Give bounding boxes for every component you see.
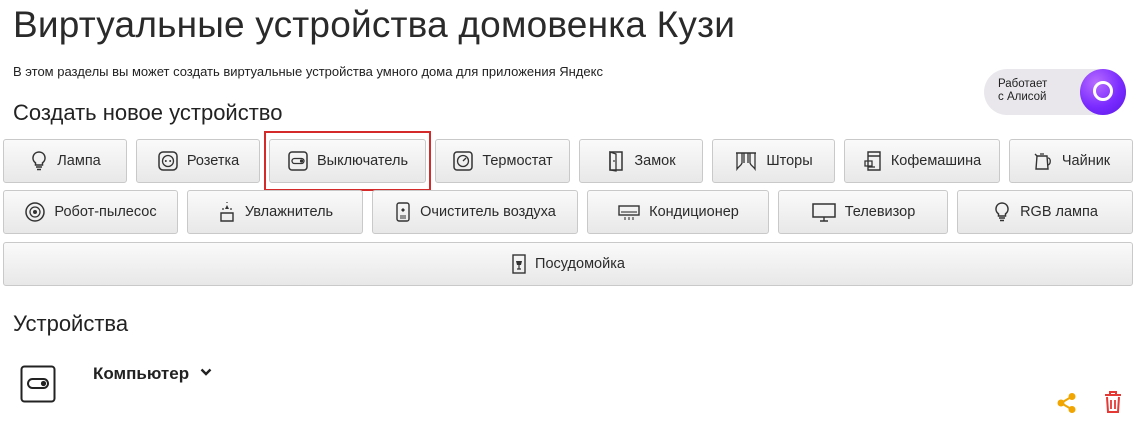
switch-icon xyxy=(288,151,308,171)
delete-icon[interactable] xyxy=(1103,390,1123,414)
create-curtains-label: Шторы xyxy=(766,153,813,169)
create-air-conditioner-label: Кондиционер xyxy=(649,204,739,220)
create-tv-label: Телевизор xyxy=(844,204,916,220)
robot-vacuum-icon xyxy=(25,202,46,222)
device-name-computer[interactable]: Компьютер xyxy=(93,364,212,384)
create-robot-vacuum-button[interactable]: Робот-пылесос xyxy=(3,190,178,234)
thermostat-icon xyxy=(453,151,474,171)
devices-heading: Устройства xyxy=(13,311,129,336)
page-title: Виртуальные устройства домовенка Кузи xyxy=(13,4,736,45)
create-rgb-lamp-button[interactable]: RGB лампа xyxy=(957,190,1133,234)
create-tv-button[interactable]: Телевизор xyxy=(778,190,948,234)
share-icon[interactable] xyxy=(1056,392,1078,414)
create-socket-label: Розетка xyxy=(186,153,240,169)
air-conditioner-icon xyxy=(618,205,640,220)
switch-icon xyxy=(20,365,56,403)
create-curtains-button[interactable]: Шторы xyxy=(712,139,835,183)
create-dishwasher-label: Посудомойка xyxy=(535,256,625,272)
chevron-down-icon xyxy=(200,368,212,376)
create-lock-button[interactable]: Замок xyxy=(579,139,703,183)
lamp-icon xyxy=(32,151,47,171)
create-switch-button[interactable]: Выключатель xyxy=(269,139,426,183)
create-robot-vacuum-label: Робот-пылесос xyxy=(54,204,157,220)
socket-icon xyxy=(158,151,178,171)
create-humidifier-label: Увлажнитель xyxy=(244,204,334,220)
create-humidifier-button[interactable]: Увлажнитель xyxy=(187,190,363,234)
tv-icon xyxy=(811,203,836,222)
create-coffee-machine-label: Кофемашина xyxy=(890,153,982,169)
curtains-icon xyxy=(736,152,757,172)
create-thermostat-label: Термостат xyxy=(482,153,553,169)
create-rgb-lamp-label: RGB лампа xyxy=(1020,204,1098,220)
create-lamp-button[interactable]: Лампа xyxy=(3,139,127,183)
page-subtitle: В этом разделы вы может создать виртуаль… xyxy=(13,64,603,79)
lock-icon xyxy=(609,151,624,172)
coffee-machine-icon xyxy=(864,151,881,171)
humidifier-icon xyxy=(220,202,234,222)
alice-logo-icon xyxy=(1080,69,1126,115)
create-thermostat-button[interactable]: Термостат xyxy=(435,139,570,183)
create-kettle-button[interactable]: Чайник xyxy=(1009,139,1133,183)
create-air-conditioner-button[interactable]: Кондиционер xyxy=(587,190,769,234)
create-air-purifier-label: Очиститель воздуха xyxy=(420,204,556,220)
create-lock-label: Замок xyxy=(634,153,676,169)
device-name-label: Компьютер xyxy=(93,364,190,383)
create-switch-label: Выключатель xyxy=(317,153,408,169)
alice-badge[interactable]: Работает с Алисой xyxy=(984,69,1126,115)
create-kettle-label: Чайник xyxy=(1061,153,1111,169)
create-device-heading: Создать новое устройство xyxy=(13,100,283,125)
kettle-icon xyxy=(1034,153,1051,170)
alice-badge-line2: с Алисой xyxy=(998,91,1047,103)
create-socket-button[interactable]: Розетка xyxy=(136,139,260,183)
create-air-purifier-button[interactable]: Очиститель воздуха xyxy=(372,190,578,234)
create-dishwasher-button[interactable]: Посудомойка xyxy=(3,242,1133,286)
dishwasher-icon xyxy=(512,254,526,274)
alice-badge-line1: Работает xyxy=(998,78,1048,90)
rgb-lamp-icon xyxy=(995,202,1009,222)
create-lamp-label: Лампа xyxy=(57,153,101,169)
create-coffee-machine-button[interactable]: Кофемашина xyxy=(844,139,1000,183)
air-purifier-icon xyxy=(396,202,410,222)
